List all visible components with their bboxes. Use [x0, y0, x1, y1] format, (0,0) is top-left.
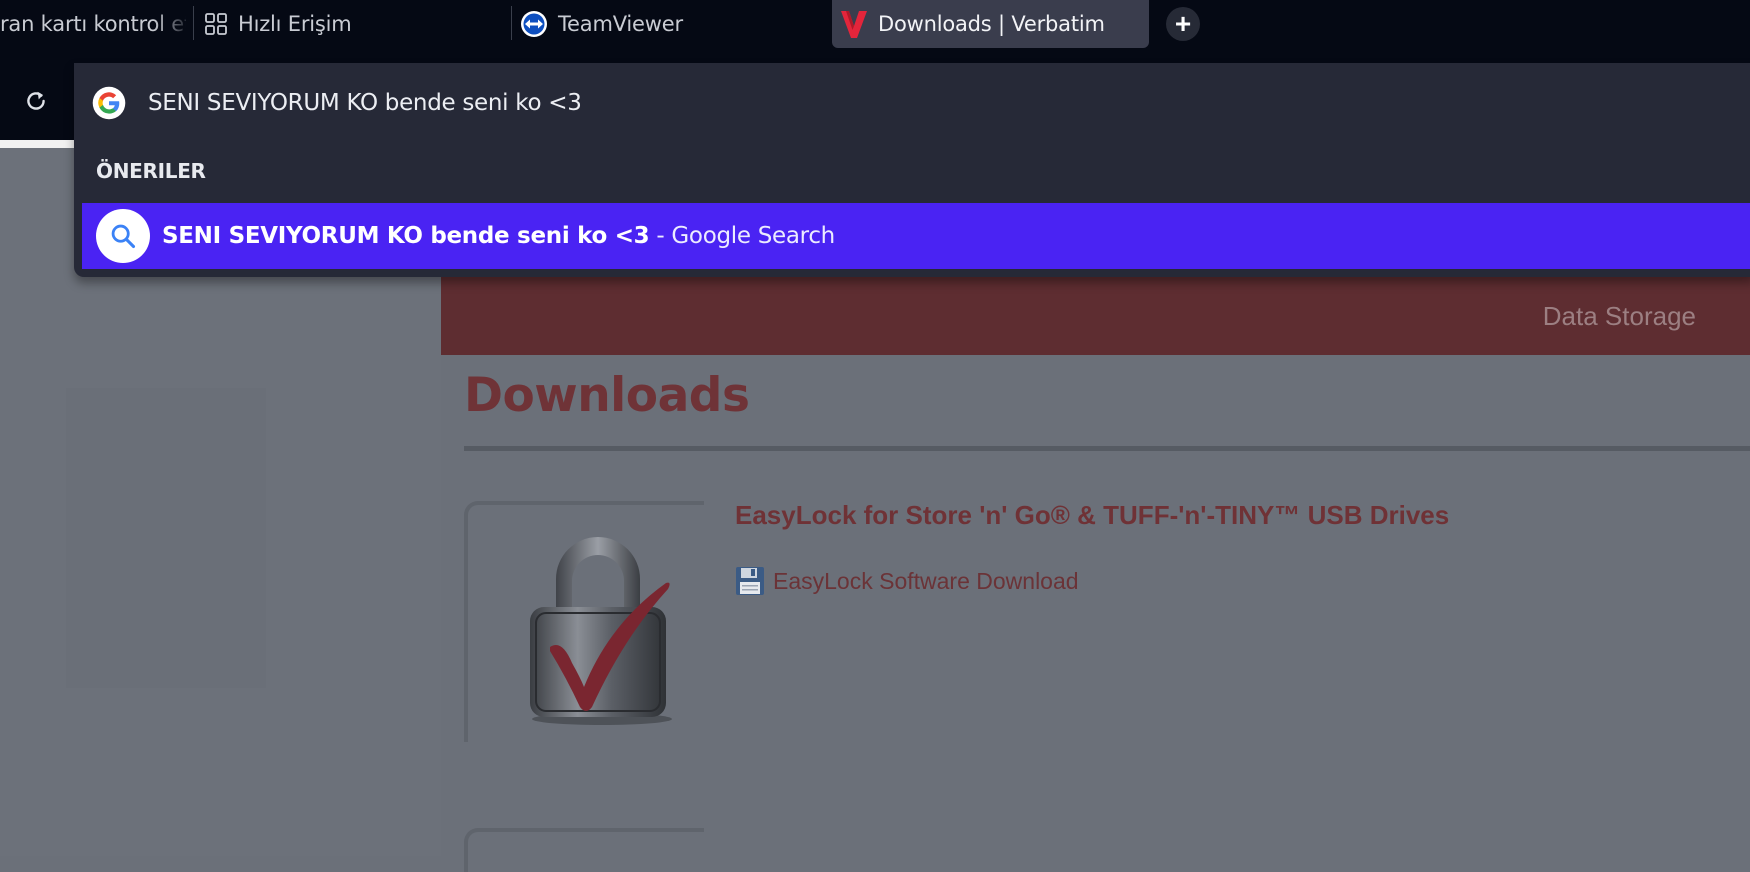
divider — [464, 446, 1750, 451]
new-tab-button[interactable]: + — [1166, 7, 1200, 41]
tab-separator — [511, 6, 512, 40]
address-bar-input[interactable]: SENI SEVIYORUM KO bende seni ko <3 — [148, 90, 582, 116]
reload-icon — [27, 91, 45, 110]
tab-strip: ran kartı kontrol et Hızlı Erişim TeamVi… — [0, 0, 1750, 63]
download-link-label: EasyLock Software Download — [773, 567, 1079, 594]
suggestion-query: SENI SEVIYORUM KO bende seni ko <3 — [162, 223, 650, 249]
tab-separator — [193, 6, 194, 40]
product-title[interactable]: EasyLock for Store 'n' Go® & TUFF-'n'-TI… — [735, 500, 1449, 531]
plus-icon: + — [1174, 8, 1192, 39]
easylock-download-link[interactable]: EasyLock Software Download — [735, 566, 1079, 596]
teamviewer-icon — [520, 10, 548, 38]
tab-quick-access[interactable]: Hızlı Erişim — [204, 0, 504, 48]
google-icon — [92, 86, 126, 120]
page-title: Downloads — [464, 368, 750, 423]
verbatim-icon — [840, 9, 868, 39]
suggestions-header: ÖNERILER — [96, 159, 206, 183]
product-image-frame — [464, 828, 704, 872]
tab-label: ran kartı kontrol et — [0, 12, 186, 36]
sidebar-panel — [66, 388, 266, 688]
grid-icon — [204, 12, 228, 36]
address-bar[interactable]: SENI SEVIYORUM KO bende seni ko <3 — [92, 85, 582, 121]
reload-button[interactable] — [20, 85, 52, 117]
site-header-banner: Data Storage — [441, 277, 1750, 355]
tab-card-control[interactable]: ran kartı kontrol et — [0, 0, 186, 48]
suggestion-item-google-search[interactable]: SENI SEVIYORUM KO bende seni ko <3 - Goo… — [82, 203, 1750, 269]
suggestion-separator: - — [649, 223, 672, 249]
suggestion-text: SENI SEVIYORUM KO bende seni ko <3 - Goo… — [162, 223, 835, 249]
search-icon — [96, 209, 150, 263]
floppy-disk-icon — [736, 567, 764, 595]
tab-label: TeamViewer — [558, 12, 683, 36]
page-load-bar — [0, 140, 75, 148]
tab-teamviewer[interactable]: TeamViewer — [520, 0, 820, 48]
nav-link-data-storage[interactable]: Data Storage — [1543, 301, 1696, 332]
suggestion-engine: Google Search — [671, 223, 835, 249]
tab-label: Downloads | Verbatim — [878, 12, 1105, 36]
tab-verbatim-downloads[interactable]: Downloads | Verbatim — [832, 0, 1149, 48]
address-bar-dropdown: SENI SEVIYORUM KO bende seni ko <3 ÖNERI… — [74, 63, 1750, 277]
tab-label: Hızlı Erişim — [238, 12, 352, 36]
padlock-check-icon[interactable] — [506, 527, 688, 727]
